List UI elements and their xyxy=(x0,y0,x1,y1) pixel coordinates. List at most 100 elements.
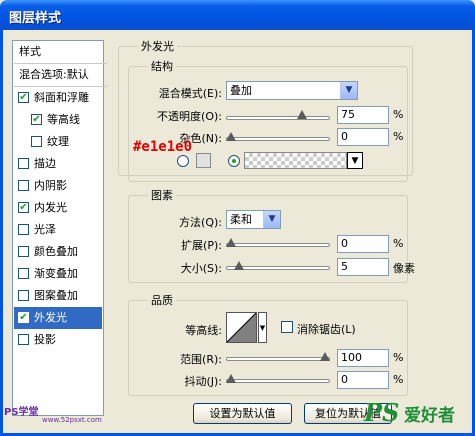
jitter-input[interactable]: 0 xyxy=(337,371,389,389)
watermark-right-text: 爱好者 xyxy=(404,406,455,426)
contour-curve-icon xyxy=(226,312,257,343)
opacity-slider-thumb[interactable] xyxy=(296,110,307,119)
sidebar-item[interactable]: 纹理 xyxy=(14,131,102,153)
sidebar-item[interactable]: 描边 xyxy=(14,153,102,175)
size-input[interactable]: 5 xyxy=(337,258,389,276)
sidebar-item-checkbox[interactable] xyxy=(18,158,29,169)
method-value: 柔和 xyxy=(230,213,252,226)
method-label: 方法(Q): xyxy=(179,216,222,229)
sidebar-item-checkbox[interactable] xyxy=(18,246,29,257)
watermark-left-url: www.52psxt.com xyxy=(42,416,102,424)
styles-header[interactable]: 样式 xyxy=(14,41,107,64)
sidebar-item-label: 斜面和浮雕 xyxy=(34,91,89,104)
gradient-dropdown-icon[interactable]: ▼ xyxy=(347,152,363,169)
contour-dropdown-icon[interactable]: ▼ xyxy=(258,312,267,343)
sidebar-item-checkbox[interactable] xyxy=(18,224,29,235)
sidebar-item[interactable]: ✔ 外发光 xyxy=(14,307,102,329)
sidebar-item[interactable]: 投影 xyxy=(14,329,102,351)
contour-label: 等高线: xyxy=(185,324,222,337)
jitter-slider[interactable] xyxy=(226,379,330,383)
noise-slider[interactable] xyxy=(226,137,330,141)
blend-mode-value: 叠加 xyxy=(230,84,252,97)
noise-percent: % xyxy=(393,130,404,143)
sidebar-item-checkbox[interactable]: ✔ xyxy=(31,114,42,125)
size-label: 大小(S): xyxy=(180,262,222,275)
sidebar-item-label: 内阴影 xyxy=(34,179,67,192)
blend-options-item[interactable]: 混合选项:默认 xyxy=(14,64,107,87)
noise-input[interactable]: 0 xyxy=(337,128,389,146)
blend-options-label: 混合选项:默认 xyxy=(19,68,89,81)
solid-color-radio[interactable] xyxy=(177,155,189,167)
blend-mode-select[interactable]: 叠加 ▼ xyxy=(226,81,358,100)
sidebar-item-checkbox[interactable]: ✔ xyxy=(18,202,29,213)
styles-header-label: 样式 xyxy=(19,45,41,58)
watermark-left: PS学堂 xyxy=(4,407,39,418)
jitter-percent: % xyxy=(393,373,404,386)
blend-mode-label: 混合模式(E): xyxy=(158,87,222,100)
sidebar-item-label: 内发光 xyxy=(34,201,67,214)
spread-slider-thumb[interactable] xyxy=(226,238,236,247)
opacity-input[interactable]: 75 xyxy=(337,106,389,124)
sidebar-item-checkbox[interactable] xyxy=(18,290,29,301)
spread-percent: % xyxy=(393,237,404,250)
noise-slider-thumb[interactable] xyxy=(226,132,236,141)
chevron-down-icon: ▼ xyxy=(263,211,280,228)
sidebar-item-checkbox[interactable] xyxy=(18,180,29,191)
sidebar-item-label: 渐变叠加 xyxy=(34,267,78,280)
jitter-slider-thumb[interactable] xyxy=(226,374,236,383)
title-bar[interactable]: 图层样式 xyxy=(0,0,475,30)
quality-title: 品质 xyxy=(148,292,176,308)
range-percent: % xyxy=(393,351,404,364)
spread-input[interactable]: 0 xyxy=(337,235,389,253)
sidebar-item[interactable]: 光泽 xyxy=(14,219,102,241)
size-unit: 像素 xyxy=(393,262,415,275)
window-title: 图层样式 xyxy=(9,11,62,26)
color-annotation: #e1e1e0 xyxy=(133,139,193,155)
chevron-down-icon: ▼ xyxy=(340,82,357,99)
gradient-preview[interactable] xyxy=(244,152,347,169)
opacity-percent: % xyxy=(393,108,404,121)
sidebar-item-checkbox[interactable] xyxy=(18,334,29,345)
sidebar-item[interactable]: ✔ 内发光 xyxy=(14,197,102,219)
sidebar-item-checkbox[interactable]: ✔ xyxy=(18,312,29,323)
sidebar-item-label: 纹理 xyxy=(47,135,69,148)
sidebar-item-label: 投影 xyxy=(34,333,56,346)
panel-title: 外发光 xyxy=(138,38,177,54)
sidebar-item[interactable]: ✔ 等高线 xyxy=(14,109,102,131)
range-label: 范围(R): xyxy=(180,353,222,366)
sidebar-item-label: 等高线 xyxy=(47,113,80,126)
make-default-button[interactable]: 设置为默认值 xyxy=(193,403,292,424)
sidebar-item[interactable]: ✔ 斜面和浮雕 xyxy=(14,87,102,109)
sidebar-item-checkbox[interactable] xyxy=(31,136,42,147)
contour-preview[interactable] xyxy=(226,312,257,343)
structure-title: 结构 xyxy=(148,58,176,74)
sidebar-item[interactable]: 颜色叠加 xyxy=(14,241,102,263)
sidebar-item-checkbox[interactable] xyxy=(18,268,29,279)
jitter-label: 抖动(J): xyxy=(184,375,222,388)
opacity-slider[interactable] xyxy=(226,116,330,120)
watermark-logo: PS xyxy=(364,398,400,427)
sidebar-item[interactable]: 内阴影 xyxy=(14,175,102,197)
antialias-checkbox[interactable] xyxy=(281,321,293,333)
sidebar-item[interactable]: 渐变叠加 xyxy=(14,263,102,285)
antialias-label: 消除锯齿(L) xyxy=(297,323,356,336)
styles-list: 样式 混合选项:默认 ✔ 斜面和浮雕 ✔ 等高线纹理描边内阴影 ✔ 内发光光泽颜色叠加渐变… xyxy=(12,40,107,416)
sidebar-item-label: 描边 xyxy=(34,157,56,170)
sidebar-item-label: 图案叠加 xyxy=(34,289,78,302)
sidebar-item[interactable]: 图案叠加 xyxy=(14,285,102,307)
gradient-radio[interactable] xyxy=(228,155,240,167)
elements-title: 图素 xyxy=(148,187,176,203)
sidebar-item-label: 颜色叠加 xyxy=(34,245,78,258)
opacity-label: 不透明度(O): xyxy=(157,110,222,123)
range-slider-thumb[interactable] xyxy=(320,352,330,361)
range-input[interactable]: 100 xyxy=(337,349,389,367)
sidebar-item-label: 光泽 xyxy=(34,223,56,236)
size-slider-thumb[interactable] xyxy=(233,261,244,270)
sidebar-item-checkbox[interactable]: ✔ xyxy=(18,92,29,103)
spread-label: 扩展(P): xyxy=(181,239,222,252)
spread-slider[interactable] xyxy=(226,243,330,247)
range-slider[interactable] xyxy=(226,357,330,361)
color-swatch[interactable] xyxy=(196,153,211,168)
sidebar-item-label: 外发光 xyxy=(34,311,67,324)
method-select[interactable]: 柔和 ▼ xyxy=(226,210,281,229)
